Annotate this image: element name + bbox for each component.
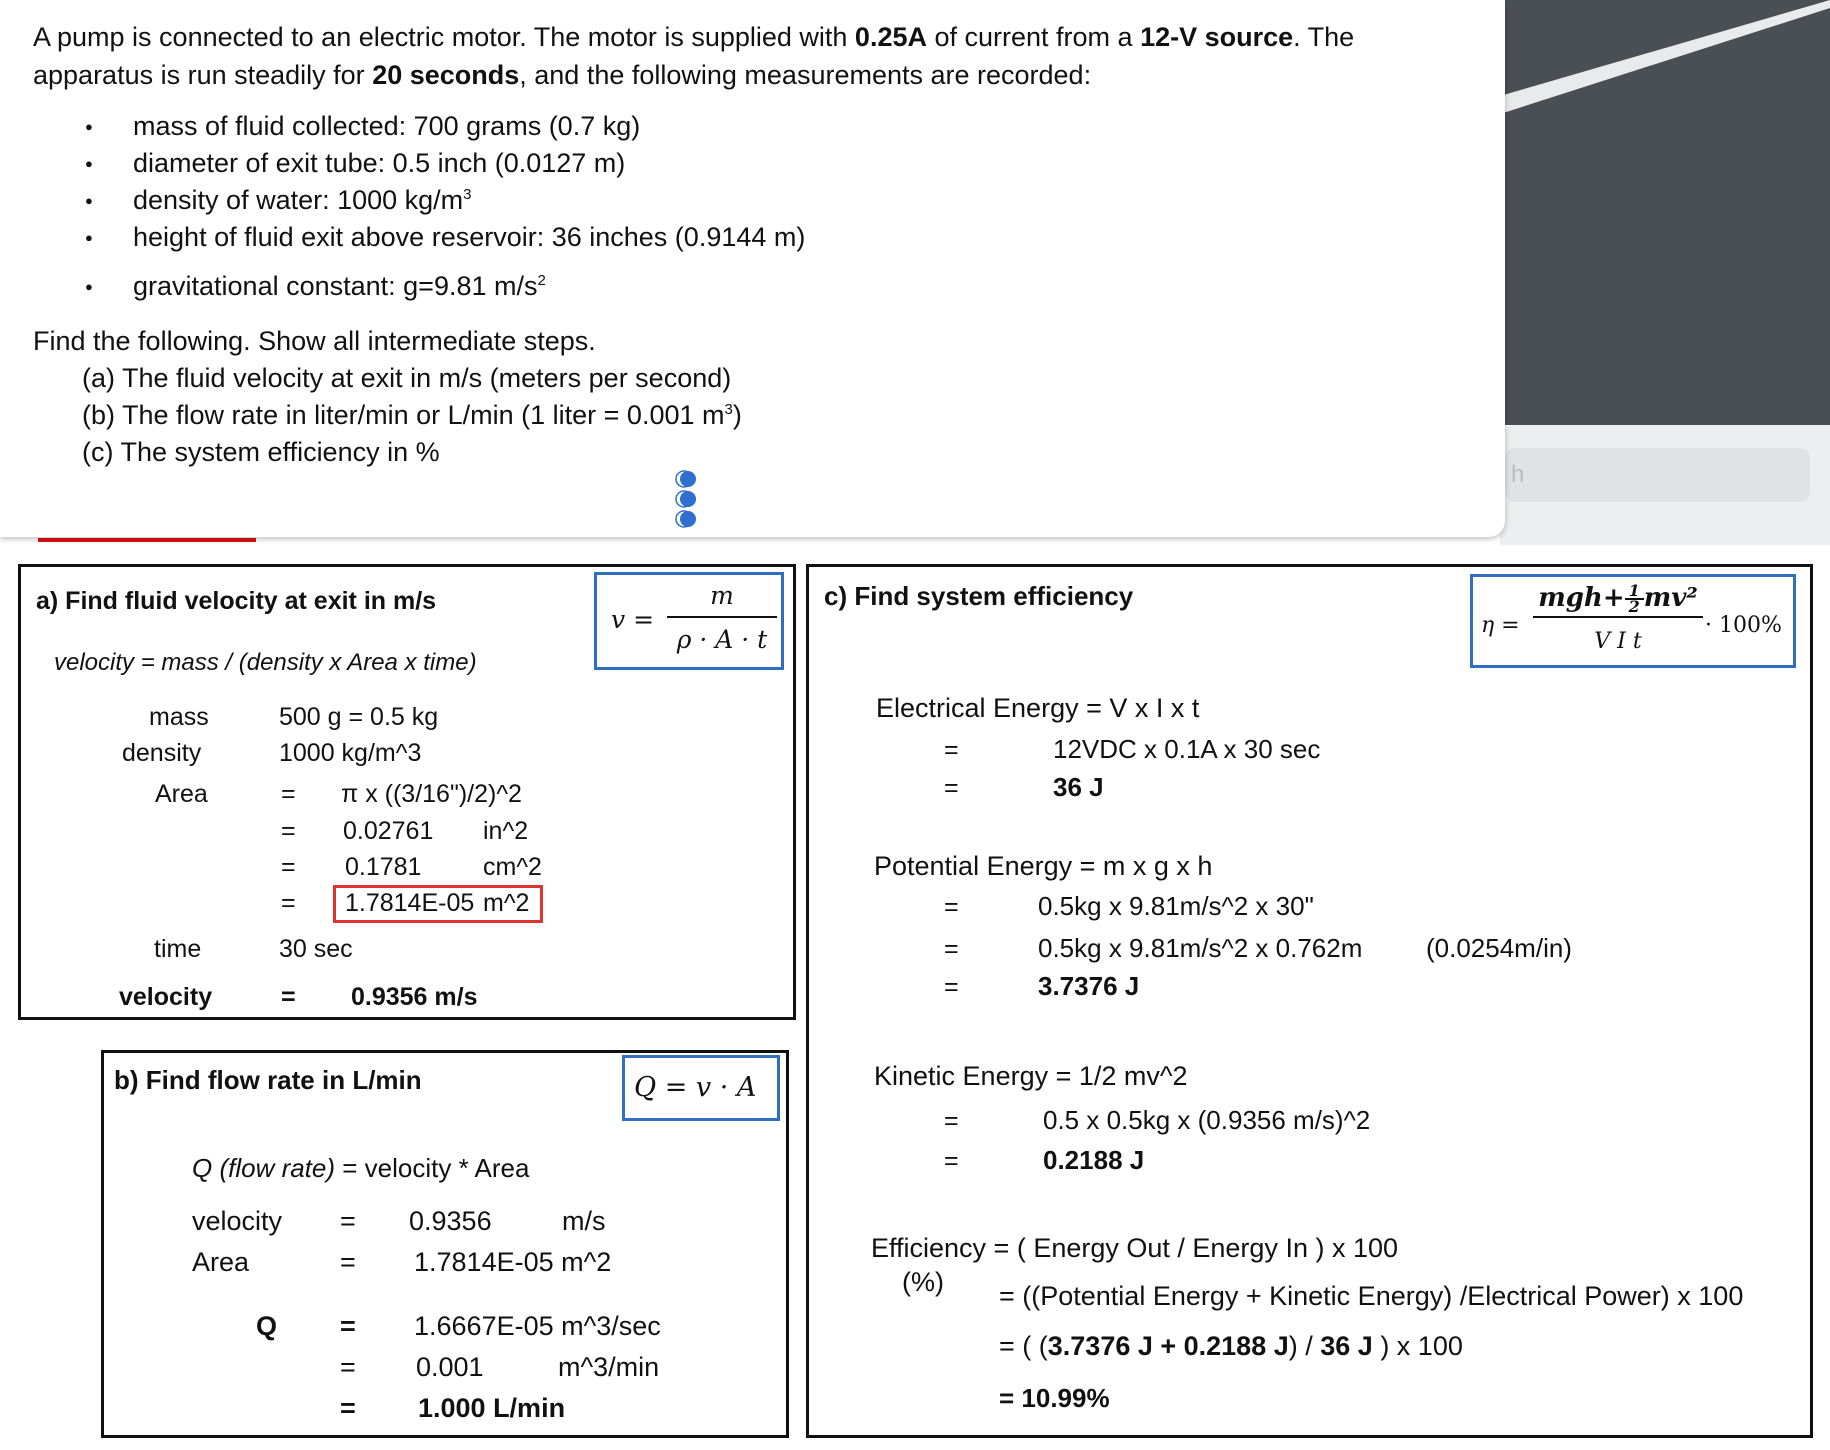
equals-sign: =: [281, 853, 296, 881]
velocity-relation: velocity = mass / (density x Area x time…: [54, 649, 477, 676]
mass-label: mass: [149, 703, 209, 731]
problem-intro: A pump is connected to an electric motor…: [33, 22, 1355, 90]
measurement-list: mass of fluid collected: 700 grams (0.7 …: [85, 108, 805, 305]
potential-energy-label: Potential Energy = m x g x h: [874, 851, 1213, 881]
efficiency-percent-label: (%): [902, 1267, 944, 1297]
efficiency-label: Efficiency = ( Energy Out / Energy In ) …: [871, 1233, 1399, 1263]
equals-sign: =: [944, 1107, 959, 1135]
section-c-box: c) Find system efficiency Electrical Ene…: [806, 564, 1813, 1438]
q-value-2-unit: m^3/min: [558, 1352, 660, 1382]
density-label: density: [122, 739, 202, 767]
q-value-2: 0.001: [416, 1352, 484, 1382]
section-c-heading: c) Find system efficiency: [824, 581, 1134, 611]
electrical-energy-step: 12VDC x 0.1A x 30 sec: [1053, 734, 1321, 764]
potential-energy-step-1: 0.5kg x 9.81m/s^2 x 30": [1038, 891, 1314, 921]
area-label: Area: [155, 780, 208, 808]
time-value: 30 sec: [279, 935, 353, 963]
area-in-unit: in^2: [483, 817, 529, 845]
velocity-formula: v = m ρ · A · t: [594, 572, 784, 670]
formula-denominator: ρ · A · t: [676, 625, 768, 654]
equals-sign: =: [944, 736, 959, 764]
loading-spinner-icon: [675, 470, 696, 528]
area-m-value: 1.7814E-05: [345, 889, 475, 917]
efficiency-step-2: = ( (3.7376 J + 0.2188 J) / 36 J ) x 100: [999, 1331, 1463, 1361]
formula-lhs: η =: [1481, 613, 1520, 638]
equals-sign: =: [340, 1247, 356, 1277]
list-item: diameter of exit tube: 0.5 inch (0.0127 …: [85, 145, 805, 182]
formula-denominator: V I t: [1594, 629, 1642, 654]
velocity-unit: m/s: [562, 1206, 606, 1236]
formula-numerator: m: [667, 581, 777, 618]
formula-lhs: v =: [611, 605, 655, 634]
kinetic-energy-step: 0.5 x 0.5kg x (0.9356 m/s)^2: [1043, 1105, 1371, 1135]
area-value: 1.7814E-05 m^2: [414, 1247, 612, 1277]
potential-energy-step-2: 0.5kg x 9.81m/s^2 x 0.762m: [1038, 933, 1363, 963]
question-b: (b) The flow rate in liter/min or L/min …: [82, 400, 742, 430]
equals-sign: =: [281, 983, 296, 1011]
q-label: Q: [256, 1311, 278, 1341]
kinetic-energy-label: Kinetic Energy = 1/2 mv^2: [874, 1061, 1188, 1091]
equals-sign: =: [340, 1352, 356, 1382]
background-wedge: [1500, 0, 1830, 114]
velocity-result: 0.9356 m/s: [351, 983, 478, 1011]
section-b-heading: b) Find flow rate in L/min: [114, 1065, 422, 1095]
list-item: gravitational constant: g=9.81 m/s2: [85, 268, 805, 305]
question-c: (c) The system efficiency in %: [82, 437, 440, 467]
velocity-label: velocity: [119, 983, 213, 1011]
formula-text: Q = v · A: [634, 1072, 757, 1103]
flow-rate-relation: Q (flow rate) = velocity * Area: [192, 1153, 530, 1183]
equals-sign: =: [281, 889, 296, 917]
density-value: 1000 kg/m^3: [279, 739, 422, 767]
equals-sign: =: [944, 893, 959, 921]
flow-rate-formula: Q = v · A: [622, 1055, 780, 1121]
equals-sign: =: [944, 973, 959, 1001]
formula-numerator: mgh+ 1 2 mv²: [1533, 583, 1703, 618]
area-cm-unit: cm^2: [483, 853, 542, 881]
formula-rhs: · 100%: [1705, 613, 1782, 638]
velocity-label: velocity: [192, 1206, 283, 1236]
potential-energy-result: 3.7376 J: [1038, 971, 1140, 1001]
equals-sign: =: [281, 817, 296, 845]
area-m-unit: m^2: [483, 889, 530, 917]
list-item: height of fluid exit above reservoir: 36…: [85, 219, 805, 256]
section-a-heading: a) Find fluid velocity at exit in m/s: [36, 587, 437, 615]
conversion-note: (0.0254m/in): [1426, 933, 1572, 963]
problem-card: A pump is connected to an electric motor…: [0, 0, 1505, 537]
question-a: (a) The fluid velocity at exit in m/s (m…: [82, 363, 732, 393]
q-result: 1.000 L/min: [418, 1393, 566, 1423]
equals-sign: =: [944, 774, 959, 802]
electrical-energy-result: 36 J: [1053, 772, 1104, 802]
equals-sign: =: [944, 1147, 959, 1175]
list-item: mass of fluid collected: 700 grams (0.7 …: [85, 108, 805, 145]
electrical-energy-label: Electrical Energy = V x I x t: [876, 693, 1200, 723]
background-search-field[interactable]: h: [1505, 448, 1810, 502]
efficiency-formula: η = mgh+ 1 2 mv² V I t · 100%: [1470, 574, 1796, 668]
time-label: time: [154, 935, 202, 963]
area-label: Area: [192, 1247, 250, 1277]
equals-sign: =: [281, 780, 296, 808]
equals-sign: =: [340, 1311, 356, 1341]
equals-sign: =: [340, 1393, 356, 1423]
velocity-value: 0.9356: [409, 1206, 492, 1236]
q-value-1: 1.6667E-05 m^3/sec: [414, 1311, 661, 1341]
efficiency-step-1: = ((Potential Energy + Kinetic Energy) /…: [999, 1281, 1744, 1311]
red-underline: [38, 538, 256, 542]
equals-sign: =: [340, 1206, 356, 1236]
list-item: density of water: 1000 kg/m3: [85, 182, 805, 219]
area-cm-value: 0.1781: [345, 853, 422, 881]
area-expression: π x ((3/16")/2)^2: [341, 780, 522, 808]
area-in-value: 0.02761: [343, 817, 434, 845]
kinetic-energy-result: 0.2188 J: [1043, 1145, 1145, 1175]
find-instruction: Find the following. Show all intermediat…: [33, 326, 596, 356]
equals-sign: =: [944, 935, 959, 963]
mass-value: 500 g = 0.5 kg: [279, 703, 439, 731]
efficiency-result: = 10.99%: [999, 1383, 1110, 1413]
